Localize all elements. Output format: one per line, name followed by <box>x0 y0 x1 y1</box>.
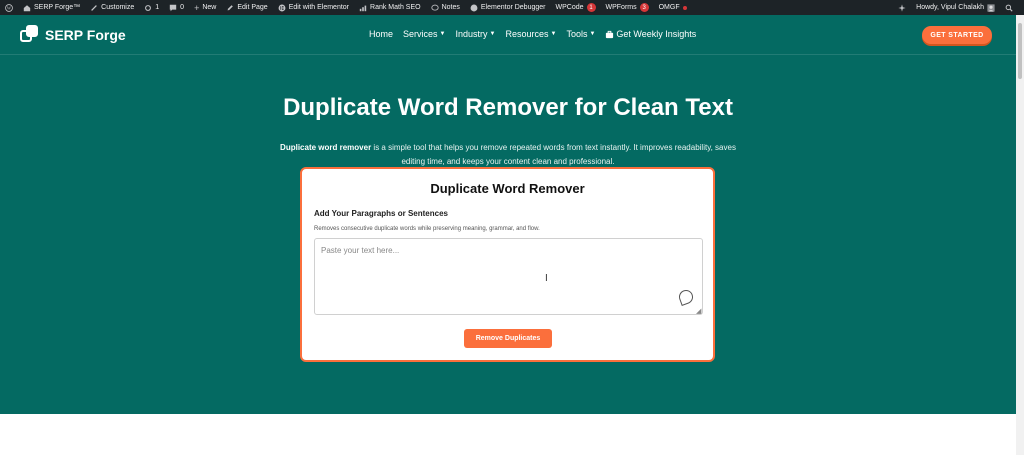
caret-down-icon: ▼ <box>589 31 596 37</box>
logo-text: SERP Forge <box>45 27 126 43</box>
status-dot-icon <box>682 5 687 10</box>
rank-math-link[interactable]: Rank Math SEO <box>354 0 426 15</box>
text-input[interactable] <box>314 238 703 315</box>
edit-page-link[interactable]: Edit Page <box>221 0 272 15</box>
resize-handle-icon[interactable]: ◢ <box>696 307 701 315</box>
customize-label: Customize <box>101 4 135 11</box>
tool-help-text: Removes consecutive duplicate words whil… <box>314 226 540 232</box>
duplicate-word-remover-tool: Duplicate Word Remover Add Your Paragrap… <box>300 167 715 362</box>
omgf-label: OMGF <box>658 4 680 11</box>
nav-item-label: Tools <box>566 29 588 39</box>
nav-item-weekly-insights[interactable]: Get Weekly Insights <box>605 29 696 39</box>
plus-icon: + <box>194 2 200 13</box>
comments-link[interactable]: 0 <box>164 0 189 15</box>
pencil-icon <box>227 4 234 10</box>
caret-down-icon: ▼ <box>489 31 496 37</box>
brush-icon <box>91 4 98 11</box>
wpcode-badge: 1 <box>586 3 596 12</box>
nav-item-resources[interactable]: Resources ▼ <box>505 29 556 39</box>
get-started-button[interactable]: GET STARTED <box>922 26 992 44</box>
hero-description: Duplicate word remover is a simple tool … <box>274 141 742 169</box>
nav-item-services[interactable]: Services ▼ <box>403 29 445 39</box>
comments-count: 0 <box>180 4 185 11</box>
notes-label: Notes <box>441 4 460 11</box>
page-scrollbar[interactable] <box>1016 15 1024 455</box>
hero-description-bold: Duplicate word remover <box>280 143 372 152</box>
my-account-link[interactable]: Howdy, Vipul Chalakh <box>911 0 1000 15</box>
wpforms-link[interactable]: WPForms 3 <box>601 0 654 15</box>
nav-item-home[interactable]: Home <box>369 29 393 39</box>
avatar-icon <box>987 3 995 12</box>
new-content-link[interactable]: + New <box>189 0 221 15</box>
elementor-icon <box>470 4 478 11</box>
nav-item-label: Resources <box>505 29 549 39</box>
elementor-debugger-label: Elementor Debugger <box>480 4 546 11</box>
nav-item-tools[interactable]: Tools ▼ <box>566 29 595 39</box>
sparkle-icon <box>898 3 906 12</box>
ai-sparkle-button[interactable] <box>893 0 911 15</box>
wp-admin-bar: W SERP Forge™ Customize 1 0 + New Edit P… <box>0 0 1024 15</box>
howdy-label: Howdy, Vipul Chalakh <box>916 4 984 11</box>
wordpress-logo-icon[interactable]: W <box>0 0 18 15</box>
svg-text:W: W <box>7 5 12 10</box>
site-logo[interactable]: SERP Forge <box>20 25 126 45</box>
elementor-icon <box>278 4 286 11</box>
caret-down-icon: ▼ <box>439 31 446 37</box>
remove-duplicates-button[interactable]: Remove Duplicates <box>464 329 552 348</box>
admin-search-button[interactable] <box>1000 0 1018 15</box>
nav-item-label: Get Weekly Insights <box>616 29 697 39</box>
home-icon <box>23 4 31 11</box>
search-icon <box>1005 4 1013 12</box>
updates-link[interactable]: 1 <box>139 0 164 15</box>
nav-item-industry[interactable]: Industry ▼ <box>455 29 495 39</box>
caret-down-icon: ▼ <box>550 31 557 37</box>
site-header: SERP Forge Home Services ▼ Industry ▼ Reso… <box>0 15 1016 55</box>
textarea-label: Add Your Paragraphs or Sentences <box>314 209 448 218</box>
wpcode-label: WPCode <box>555 4 584 11</box>
comment-icon <box>169 4 177 11</box>
nav-item-label: Industry <box>455 29 488 39</box>
nav-item-label: Home <box>369 29 394 39</box>
new-label: New <box>202 4 217 11</box>
refresh-icon <box>145 4 152 11</box>
briefcase-icon <box>606 30 614 38</box>
nav-item-label: Services <box>403 29 438 39</box>
logo-icon <box>20 25 40 45</box>
chart-icon <box>359 5 367 11</box>
site-name-link[interactable]: SERP Forge™ <box>18 0 85 15</box>
hero-description-text: is a simple tool that helps you remove r… <box>371 143 736 166</box>
main-nav: Home Services ▼ Industry ▼ Resources ▼ Tool… <box>369 29 696 39</box>
speech-bubble-icon <box>430 4 439 11</box>
scrollbar-thumb[interactable] <box>1018 23 1022 79</box>
wpforms-label: WPForms <box>605 4 637 11</box>
edit-elementor-label: Edit with Elementor <box>288 4 350 11</box>
notes-link[interactable]: Notes <box>426 0 465 15</box>
edit-elementor-link[interactable]: Edit with Elementor <box>273 0 354 15</box>
text-cursor-icon: I <box>545 273 548 284</box>
edit-page-label: Edit Page <box>237 4 268 11</box>
site-name-label: SERP Forge™ <box>34 4 81 11</box>
wpforms-badge: 3 <box>639 3 649 12</box>
updates-count: 1 <box>155 4 160 11</box>
rank-math-label: Rank Math SEO <box>370 4 421 11</box>
page-title: Duplicate Word Remover for Clean Text <box>283 94 733 121</box>
omgf-link[interactable]: OMGF <box>654 0 692 15</box>
tool-title: Duplicate Word Remover <box>430 181 585 196</box>
customize-link[interactable]: Customize <box>85 0 139 15</box>
wpcode-link[interactable]: WPCode 1 <box>550 0 600 15</box>
elementor-debugger-link[interactable]: Elementor Debugger <box>465 0 551 15</box>
